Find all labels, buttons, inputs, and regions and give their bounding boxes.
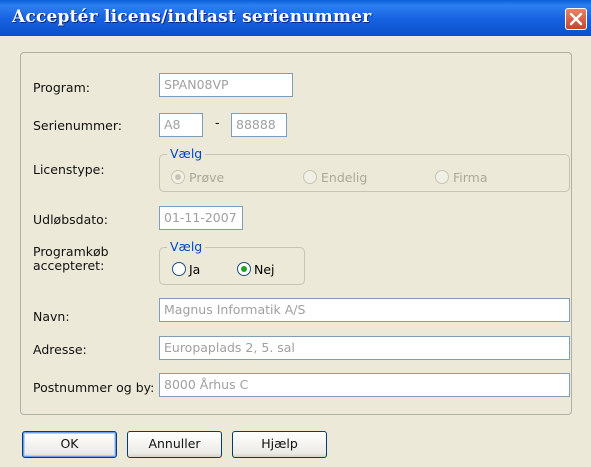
serial-part2-field[interactable]: 88888 bbox=[231, 113, 287, 137]
licensetype-prove-radio[interactable] bbox=[171, 170, 185, 184]
purchase-ja-radio[interactable] bbox=[172, 262, 186, 276]
form-panel bbox=[20, 52, 572, 415]
radio-dot-icon bbox=[175, 174, 181, 180]
purchase-ja-label: Ja bbox=[189, 262, 201, 277]
licensetype-endelig-label: Endelig bbox=[321, 170, 368, 185]
name-field[interactable]: Magnus Informatik A/S bbox=[159, 298, 570, 322]
serial-label: Serienummer: bbox=[33, 118, 122, 133]
licensetype-firma-radio[interactable] bbox=[435, 170, 449, 184]
name-label: Navn: bbox=[33, 309, 70, 324]
postal-field[interactable]: 8000 Århus C bbox=[159, 373, 570, 397]
help-button[interactable]: Hjælp bbox=[232, 431, 327, 458]
licensetype-label: Licenstype: bbox=[33, 162, 105, 177]
program-field[interactable]: SPAN08VP bbox=[159, 73, 293, 97]
close-icon bbox=[569, 12, 583, 26]
postal-label: Postnummer og by: bbox=[33, 380, 155, 395]
program-label: Program: bbox=[33, 80, 90, 95]
expiry-field[interactable]: 01-11-2007 bbox=[159, 206, 243, 230]
address-label: Adresse: bbox=[33, 342, 87, 357]
purchase-nej-radio[interactable] bbox=[237, 262, 251, 276]
purchase-nej-label: Nej bbox=[254, 262, 275, 277]
address-field[interactable]: Europaplads 2, 5. sal bbox=[159, 336, 570, 360]
title-bar[interactable]: Acceptér licens/indtast serienummer bbox=[0, 0, 591, 36]
ok-button[interactable]: OK bbox=[22, 431, 117, 458]
licensetype-firma-label: Firma bbox=[453, 170, 488, 185]
radio-dot-icon bbox=[241, 266, 247, 272]
cancel-button[interactable]: Annuller bbox=[127, 431, 222, 458]
licensetype-endelig-radio[interactable] bbox=[303, 170, 317, 184]
purchase-label-line2: accepteret: bbox=[33, 258, 105, 273]
purchase-label-line1: Programkøb bbox=[33, 244, 109, 259]
purchase-legend: Vælg bbox=[167, 240, 206, 254]
expiry-label: Udløbsdato: bbox=[33, 212, 109, 227]
dialog-window: Acceptér licens/indtast serienummer Prog… bbox=[0, 0, 591, 467]
serial-part1-field[interactable]: A8 bbox=[159, 113, 203, 137]
window-title: Acceptér licens/indtast serienummer bbox=[12, 7, 372, 27]
serial-separator: - bbox=[215, 116, 220, 131]
licensetype-legend: Vælg bbox=[167, 147, 206, 161]
close-button[interactable] bbox=[565, 8, 587, 30]
licensetype-prove-label: Prøve bbox=[189, 170, 225, 185]
